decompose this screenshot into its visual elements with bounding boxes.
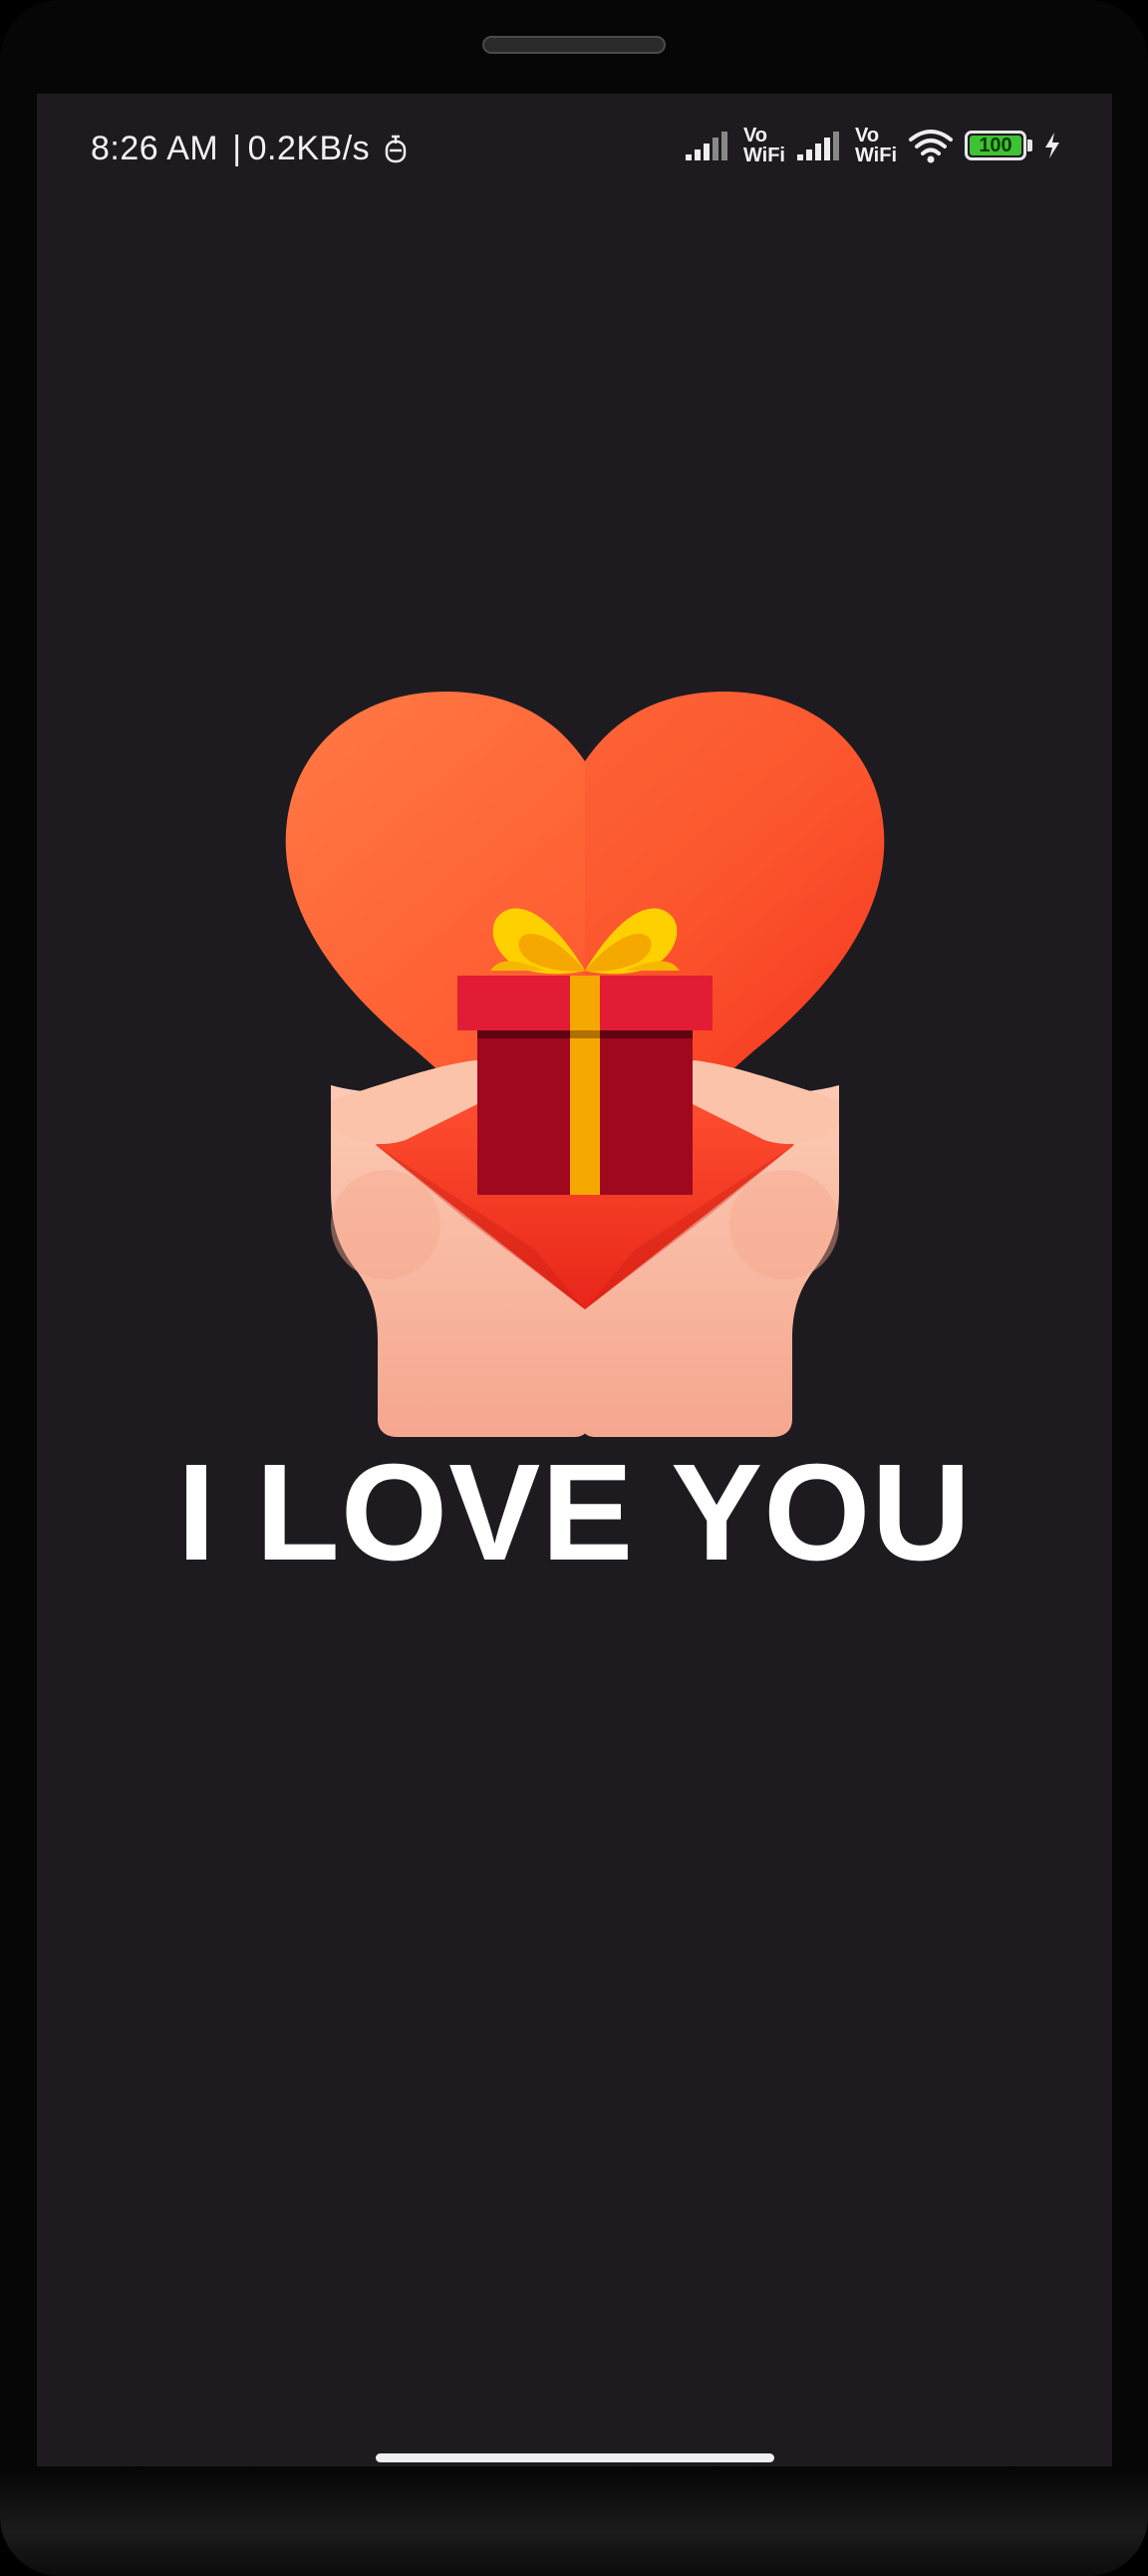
phone-frame: 8:26 AM | 0.2KB/s Vo WiFi Vo WiFi 100 I …	[0, 0, 1148, 2576]
battery-tip	[1027, 140, 1032, 151]
vowifi-top-1: Vo	[742, 125, 768, 146]
earpiece-speaker	[482, 36, 666, 54]
hands-gift-heart-illustration	[285, 692, 885, 1437]
gift-ribbon-vertical	[570, 976, 600, 1195]
signal-icon	[796, 132, 839, 160]
battery-icon: 100	[965, 131, 1026, 160]
status-right: Vo WiFi Vo WiFi 100	[684, 126, 1062, 165]
home-indicator[interactable]	[376, 2453, 774, 2462]
vowifi-label-2: Vo WiFi	[855, 126, 897, 165]
battery-level: 100	[979, 134, 1012, 156]
signal-icon	[685, 132, 727, 160]
wifi-icon	[909, 130, 953, 163]
battery-indicator: 100	[965, 131, 1032, 160]
vowifi-bottom-1: WiFi	[742, 144, 785, 166]
status-bar: 8:26 AM | 0.2KB/s Vo WiFi Vo WiFi 100	[37, 94, 1112, 213]
data-saver-icon	[385, 135, 407, 162]
vowifi-bottom-2: WiFi	[854, 144, 897, 166]
vowifi-top-2: Vo	[854, 125, 880, 146]
network-speed: 0.2KB/s	[247, 130, 371, 167]
headline-text: I LOVE YOU	[176, 1436, 973, 1589]
status-time: 8:26 AM	[91, 130, 219, 167]
vowifi-label-1: Vo WiFi	[743, 126, 785, 165]
phone-chin	[0, 2466, 1148, 2576]
status-left: 8:26 AM | 0.2KB/s	[91, 130, 408, 168]
charging-icon	[1045, 133, 1059, 158]
screen: 8:26 AM | 0.2KB/s Vo WiFi Vo WiFi 100 I …	[37, 94, 1112, 2483]
status-separator: |	[232, 130, 242, 167]
